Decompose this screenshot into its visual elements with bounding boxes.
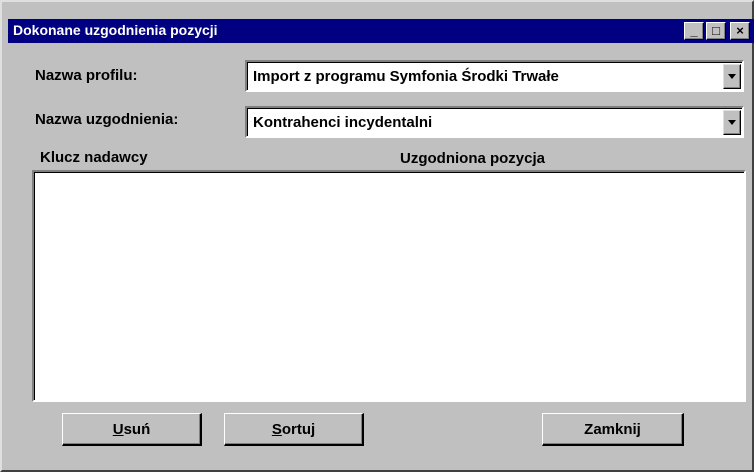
close-button[interactable]: Zamknij [542,413,684,446]
agreement-label: Nazwa uzgodnienia: [35,111,179,128]
close-icon: × [736,23,744,38]
agreement-combobox[interactable]: Kontrahenci incydentalni [245,106,744,138]
chevron-down-icon [728,120,736,125]
chevron-down-icon [728,74,736,79]
maximize-icon: □ [712,23,720,38]
title-bar[interactable]: Dokonane uzgodnienia pozycji _ □ × [8,19,754,43]
sort-mnemonic: S [271,420,282,438]
delete-button[interactable]: Usuń [62,413,202,446]
maximize-button[interactable]: □ [706,22,726,40]
agreement-value: Kontrahenci incydentalni [253,114,433,131]
agreements-list[interactable] [32,170,746,402]
delete-label: suń [123,420,151,438]
minimize-icon: _ [690,23,698,38]
column-header-matched-item[interactable]: Uzgodniona pozycja [400,150,545,167]
window-title: Dokonane uzgodnienia pozycji [13,22,218,38]
agreement-dropdown-button[interactable] [723,110,741,135]
minimize-button[interactable]: _ [684,22,704,40]
profile-combobox[interactable]: Import z programu Symfonia Środki Trwałe [245,60,744,92]
profile-label: Nazwa profilu: [35,67,138,84]
profile-value: Import z programu Symfonia Środki Trwałe [253,68,559,85]
column-header-sender-key[interactable]: Klucz nadawcy [40,149,148,166]
sort-label: ortuj [281,420,316,438]
close-window-button[interactable]: × [730,22,750,40]
dialog-window: Dokonane uzgodnienia pozycji _ □ × Nazwa… [0,0,754,472]
profile-dropdown-button[interactable] [723,64,741,89]
delete-mnemonic: U [112,420,124,438]
sort-button[interactable]: Sortuj [224,413,364,446]
